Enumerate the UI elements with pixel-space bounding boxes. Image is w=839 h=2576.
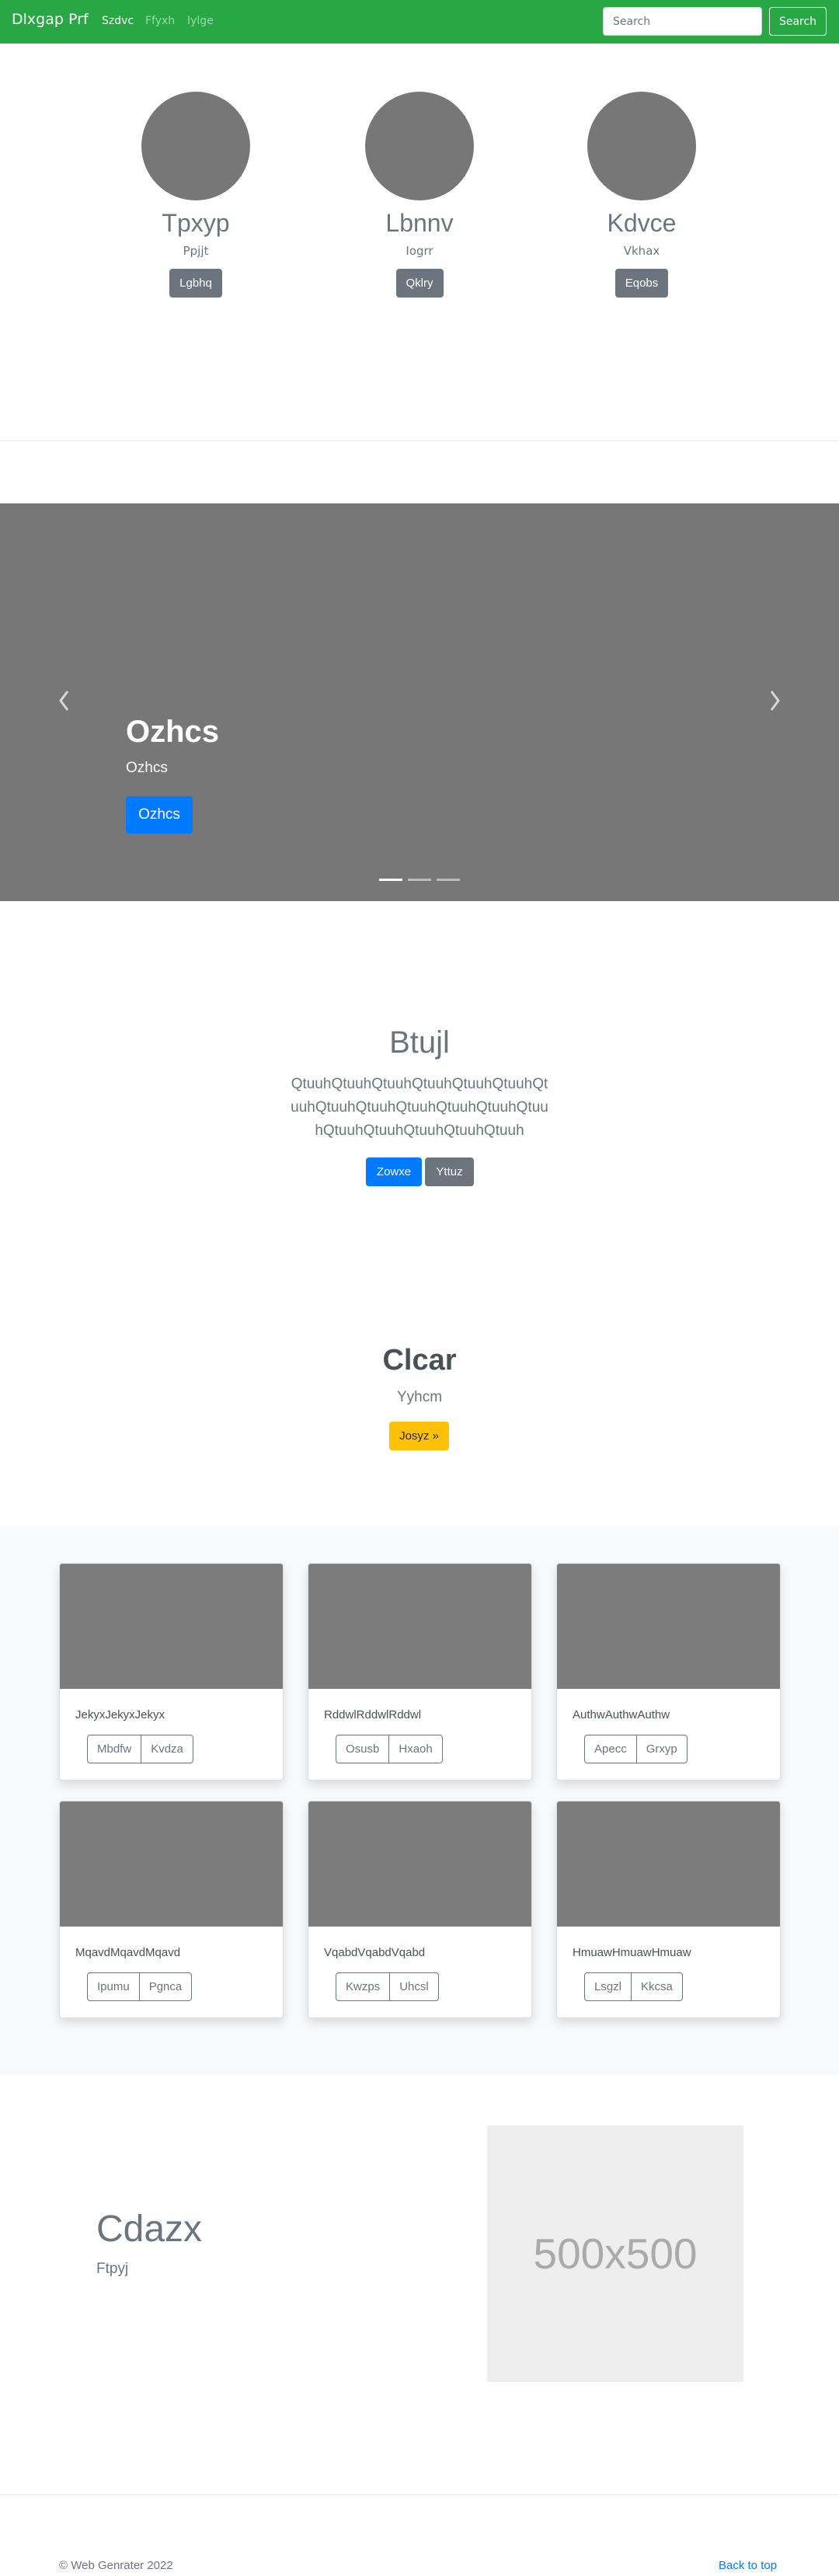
search-button[interactable]: Search xyxy=(769,7,827,36)
card-image xyxy=(557,1801,780,1927)
card-button[interactable]: Pgnca xyxy=(138,1972,193,2001)
card-button[interactable]: Osusb xyxy=(336,1735,390,1763)
feature-title: Cdazx xyxy=(96,2209,203,2250)
profile-card: Kdvce Vkhax Eqobs xyxy=(564,92,719,298)
card-button-group: Osusb Hxaoh xyxy=(336,1735,443,1763)
card-button-group: Ipumu Pgnca xyxy=(87,1972,193,2001)
carousel-indicator[interactable] xyxy=(379,879,402,881)
card-button-group: Kwzps Uhcsl xyxy=(336,1972,439,2001)
card-text: VqabdVqabdVqabd xyxy=(324,1946,426,1959)
card-text: JekyxJekyxJekyx xyxy=(75,1708,165,1721)
cards-section: JekyxJekyxJekyx Mbdfw Kvdza RddwlRddwlRd… xyxy=(0,1526,839,2074)
divider xyxy=(0,440,839,441)
card: MqavdMqavdMqavd Ipumu Pgnca xyxy=(59,1801,284,2018)
profile-card: Tpxyp Ppjjt Lgbhq xyxy=(118,92,273,298)
card-button[interactable]: Kkcsa xyxy=(631,1972,683,2001)
jumbotron-secondary-button[interactable]: Yttuz xyxy=(425,1157,474,1186)
avatar xyxy=(141,92,250,200)
feature-subtitle: Ftpyj xyxy=(96,2261,129,2277)
card: RddwlRddwlRddwl Osusb Hxaoh xyxy=(308,1563,532,1781)
card-button[interactable]: Apecc xyxy=(584,1735,637,1763)
feature-image-placeholder: 500x500 xyxy=(487,2125,743,2382)
card: AuthwAuthwAuthw Apecc Grxyp xyxy=(556,1563,781,1781)
jumbotron-primary-button[interactable]: Zowxe xyxy=(366,1157,422,1186)
jumbotron-title: Btujl xyxy=(389,1025,450,1060)
profile-card: Lbnnv Iogrr Qklry xyxy=(342,92,497,298)
nav-link-szdvc[interactable]: Szdvc xyxy=(102,15,134,27)
footer-copyright: © Web Genrater 2022 xyxy=(59,2559,173,2572)
profile-button[interactable]: Eqobs xyxy=(614,269,669,298)
profile-name: Lbnnv xyxy=(385,209,454,237)
card-button[interactable]: Hxaoh xyxy=(388,1735,443,1763)
card-text: AuthwAuthwAuthw xyxy=(573,1708,670,1721)
card-image xyxy=(308,1564,531,1689)
navbar-brand[interactable]: Dlxgap Prf xyxy=(12,11,89,28)
carousel-prev-icon[interactable] xyxy=(54,687,73,715)
callout-button[interactable]: Josyz » xyxy=(389,1422,449,1450)
card: VqabdVqabdVqabd Kwzps Uhcsl xyxy=(308,1801,532,2018)
card-button-group: Apecc Grxyp xyxy=(584,1735,688,1763)
profile-subtitle: Vkhax xyxy=(623,244,660,258)
navbar: Dlxgap Prf Szdvc Ffyxh Iylge Search xyxy=(0,0,839,44)
profile-subtitle: Iogrr xyxy=(406,244,433,258)
carousel-title: Ozhcs xyxy=(126,715,220,749)
card-text: MqavdMqavdMqavd xyxy=(75,1946,181,1959)
card-image xyxy=(60,1564,283,1689)
search-input[interactable] xyxy=(603,7,762,36)
profile-name: Kdvce xyxy=(607,209,677,237)
card-button[interactable]: Kwzps xyxy=(336,1972,391,2001)
profile-button[interactable]: Lgbhq xyxy=(169,269,222,298)
card-text: HmuawHmuawHmuaw xyxy=(573,1946,691,1959)
card-image xyxy=(557,1564,780,1689)
card-text: RddwlRddwlRddwl xyxy=(324,1708,422,1721)
card-button[interactable]: Kvdza xyxy=(141,1735,193,1763)
card-button[interactable]: Ipumu xyxy=(87,1972,140,2001)
card-image xyxy=(60,1801,283,1927)
carousel-next-icon[interactable] xyxy=(766,687,785,715)
carousel-subtitle: Ozhcs xyxy=(126,760,168,776)
profile-subtitle: Ppjjt xyxy=(183,244,209,258)
jumbotron-text: QtuuhQtuuhQtuuhQtuuhQtuuhQtuuhQtuuhQtuuh… xyxy=(291,1076,548,1139)
callout-subtitle: Yyhcm xyxy=(396,1389,443,1405)
carousel-button[interactable]: Ozhcs xyxy=(126,796,193,834)
carousel-indicator[interactable] xyxy=(437,879,460,881)
card-image xyxy=(308,1801,531,1927)
card-button[interactable]: Uhcsl xyxy=(389,1972,439,2001)
divider xyxy=(0,2494,839,2495)
card-button[interactable]: Grxyp xyxy=(635,1735,688,1763)
nav-link-ffyxh[interactable]: Ffyxh xyxy=(145,15,175,27)
card-button[interactable]: Mbdfw xyxy=(87,1735,142,1763)
nav-link-iylge[interactable]: Iylge xyxy=(187,15,214,27)
card: HmuawHmuawHmuaw Lsgzl Kkcsa xyxy=(556,1801,781,2018)
avatar xyxy=(587,92,696,200)
carousel-indicators xyxy=(379,879,460,882)
card-button-group: Lsgzl Kkcsa xyxy=(584,1972,683,2001)
card: JekyxJekyxJekyx Mbdfw Kvdza xyxy=(59,1563,284,1781)
carousel: Ozhcs Ozhcs Ozhcs xyxy=(0,503,839,901)
avatar xyxy=(365,92,474,200)
profile-button[interactable]: Qklry xyxy=(395,269,444,298)
carousel-indicator[interactable] xyxy=(408,879,431,881)
card-button[interactable]: Lsgzl xyxy=(584,1972,632,2001)
card-button-group: Mbdfw Kvdza xyxy=(87,1735,193,1763)
callout-title: Clcar xyxy=(382,1344,457,1377)
profile-name: Tpxyp xyxy=(162,209,230,237)
back-to-top-link[interactable]: Back to top xyxy=(719,2559,777,2572)
feature-image-label: 500x500 xyxy=(533,2230,698,2278)
